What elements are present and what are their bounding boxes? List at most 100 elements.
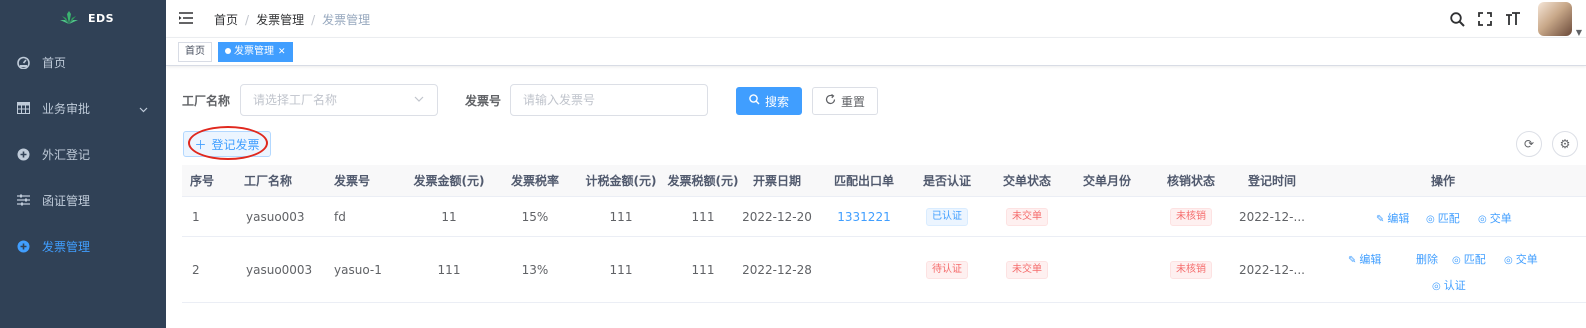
cell-factory: yasuo003 bbox=[246, 210, 305, 224]
sidebar-item-label: 首页 bbox=[42, 55, 67, 70]
cell-tax-amount: 111 bbox=[691, 263, 715, 277]
fullscreen-icon[interactable] bbox=[1476, 10, 1494, 28]
column-header: 交单月份 bbox=[1082, 174, 1131, 188]
sidebar-item-home[interactable]: 首页 bbox=[0, 39, 166, 85]
tag-home[interactable]: 首页 bbox=[178, 42, 212, 62]
reset-button[interactable]: 重置 bbox=[812, 87, 878, 115]
logo-icon bbox=[60, 11, 78, 24]
cell-amount: 11 bbox=[441, 210, 457, 224]
cell-certified: 待认证 bbox=[912, 261, 982, 279]
plus-icon: ＋ bbox=[194, 137, 207, 152]
cell-index: 1 bbox=[192, 210, 200, 224]
check-circle-icon: ◎ bbox=[1432, 281, 1441, 292]
status-badge: 已认证 bbox=[926, 208, 968, 226]
cell-invoice-date: 2022-12-20 bbox=[742, 210, 812, 224]
table-row: 2 yasuo0003 yasuo-1 111 13% 111 111 2022… bbox=[182, 237, 1586, 303]
factory-name-label: 工厂名称 bbox=[182, 94, 231, 108]
invoice-number-label: 发票号 bbox=[465, 94, 502, 108]
match-link-label: 匹配 bbox=[1437, 212, 1460, 225]
refresh-table-button[interactable]: ⟳ bbox=[1516, 131, 1542, 157]
refresh-icon bbox=[825, 94, 836, 108]
avatar[interactable]: ▼ bbox=[1538, 2, 1582, 37]
column-header: 开票日期 bbox=[752, 174, 801, 188]
delete-link[interactable]: 删除 bbox=[1416, 251, 1438, 267]
column-header: 操作 bbox=[1430, 174, 1455, 188]
cell-amount: 111 bbox=[437, 263, 461, 277]
search-icon bbox=[749, 94, 760, 108]
submit-link[interactable]: ◎ 交单 bbox=[1504, 251, 1538, 267]
column-header: 发票金额(元) bbox=[413, 174, 485, 188]
app-root: EDS 首页 业务审批 外汇登记 函证管理 发票管理 首页 / 发票管理 / 发… bbox=[0, 0, 1586, 328]
column-header: 发票号 bbox=[333, 174, 370, 188]
column-header: 匹配出口单 bbox=[833, 174, 894, 188]
tag-label: 发票管理 bbox=[234, 46, 274, 57]
match-link[interactable]: ◎ 匹配 bbox=[1452, 251, 1486, 267]
sidebar-item-label: 函证管理 bbox=[42, 193, 91, 208]
check-circle-icon: ◎ bbox=[1452, 255, 1461, 266]
font-size-icon[interactable] bbox=[1504, 10, 1522, 28]
cell-export-order-link[interactable]: 1331221 bbox=[824, 210, 904, 224]
cell-invoice-date: 2022-12-28 bbox=[742, 263, 812, 277]
submit-link-label: 交单 bbox=[1489, 212, 1512, 225]
column-settings-button[interactable]: ⚙ bbox=[1552, 131, 1578, 157]
active-dot-icon bbox=[225, 48, 231, 54]
search-button-label: 搜索 bbox=[764, 94, 789, 109]
plus-circle-icon bbox=[16, 147, 30, 161]
invoice-number-input[interactable] bbox=[510, 84, 708, 116]
submit-link[interactable]: ◎ 交单 bbox=[1478, 210, 1512, 226]
tag-invoice-management[interactable]: 发票管理 ✕ bbox=[218, 42, 293, 62]
check-circle-icon: ◎ bbox=[1504, 255, 1513, 266]
column-header: 发票税额(元) bbox=[667, 174, 739, 188]
match-link[interactable]: ◎ 匹配 bbox=[1426, 210, 1460, 226]
edit-link[interactable]: ✎ 编辑 bbox=[1348, 251, 1381, 267]
table-row-partial bbox=[182, 303, 1586, 328]
column-header: 计税金额(元) bbox=[585, 174, 657, 188]
status-badge: 未交单 bbox=[1006, 208, 1048, 226]
cell-taxable-amount: 111 bbox=[609, 263, 633, 277]
certify-link[interactable]: ◎ 认证 bbox=[1432, 277, 1466, 293]
register-invoice-button[interactable]: ＋ 登记发票 bbox=[183, 131, 271, 157]
column-header: 登记时间 bbox=[1247, 174, 1296, 188]
sidebar-item-invoice-management[interactable]: 发票管理 bbox=[0, 223, 166, 269]
edit-link-label: 编辑 bbox=[1387, 212, 1410, 225]
logo[interactable]: EDS bbox=[0, 0, 166, 36]
chevron-down-icon bbox=[139, 102, 148, 116]
delete-link-label: 删除 bbox=[1416, 253, 1438, 266]
check-circle-icon: ◎ bbox=[1426, 214, 1435, 225]
breadcrumb-item-current: 发票管理 bbox=[322, 13, 371, 27]
column-header: 发票税率 bbox=[510, 174, 559, 188]
hamburger-icon[interactable] bbox=[178, 11, 194, 25]
match-link-label: 匹配 bbox=[1463, 253, 1486, 266]
sidebar: EDS 首页 业务审批 外汇登记 函证管理 发票管理 bbox=[0, 0, 166, 328]
sliders-icon bbox=[16, 193, 30, 207]
column-header: 核销状态 bbox=[1166, 174, 1215, 188]
edit-link[interactable]: ✎ 编辑 bbox=[1376, 210, 1409, 226]
status-badge: 未核销 bbox=[1170, 208, 1212, 226]
dashboard-icon bbox=[16, 55, 30, 69]
search-icon[interactable] bbox=[1448, 10, 1466, 28]
cell-taxable-amount: 111 bbox=[609, 210, 633, 224]
column-header: 序号 bbox=[189, 174, 214, 188]
cell-tax-rate: 13% bbox=[521, 263, 549, 277]
submit-link-label: 交单 bbox=[1515, 253, 1538, 266]
breadcrumb-item-home[interactable]: 首页 bbox=[214, 11, 238, 28]
plus-circle-icon bbox=[16, 239, 30, 253]
cell-tax-amount: 111 bbox=[691, 210, 715, 224]
logo-text: EDS bbox=[88, 11, 115, 25]
cell-invoice-no: fd bbox=[334, 210, 346, 224]
sidebar-item-forex-registration[interactable]: 外汇登记 bbox=[0, 131, 166, 177]
search-button[interactable]: 搜索 bbox=[736, 87, 802, 115]
breadcrumb-item-invoice[interactable]: 发票管理 bbox=[256, 11, 304, 28]
cell-index: 2 bbox=[192, 263, 200, 277]
cell-factory: yasuo0003 bbox=[246, 263, 313, 277]
sidebar-item-confirmation-management[interactable]: 函证管理 bbox=[0, 177, 166, 223]
factory-name-select[interactable] bbox=[240, 84, 438, 116]
check-circle-icon: ◎ bbox=[1478, 214, 1487, 225]
close-icon[interactable]: ✕ bbox=[278, 47, 286, 57]
cell-register-time: 2022-12-... bbox=[1239, 210, 1305, 224]
register-invoice-button-label: 登记发票 bbox=[211, 137, 260, 152]
sidebar-item-business-approval[interactable]: 业务审批 bbox=[0, 85, 166, 131]
edit-icon: ✎ bbox=[1348, 255, 1357, 266]
status-badge: 未核销 bbox=[1170, 261, 1212, 279]
settings-icon: ⚙ bbox=[1559, 137, 1571, 151]
